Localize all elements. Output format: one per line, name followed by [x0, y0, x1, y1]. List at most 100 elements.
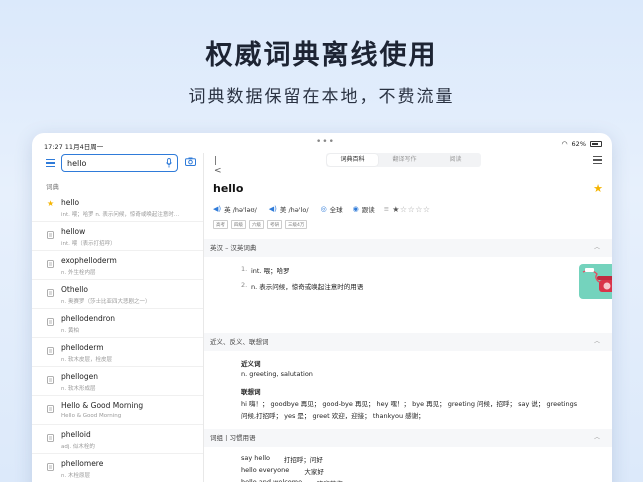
word-list: ★ hello int. 喂；哈罗 n. 表示问候，惊奇或唤起注意时... hello… [32, 193, 203, 482]
book-icon [47, 463, 54, 471]
tag-row: 高考 四级 六级 考研 三级4万 [213, 220, 308, 229]
def-number: 1. [241, 265, 248, 273]
tab-reading[interactable]: 阅读 [430, 153, 481, 167]
list-item-desc: n. 奥赛罗（莎士比亚四大悲剧之一） [61, 299, 151, 305]
list-item[interactable]: phelloderm n. 软木皮层，栓皮层 [32, 338, 203, 367]
favorite-star-icon[interactable]: ★ [593, 182, 603, 195]
multitask-dots-icon[interactable]: ••• [316, 137, 335, 147]
tab-bar: 词典百科 翻译写作 阅读 [326, 153, 481, 167]
tag: 考研 [267, 220, 282, 229]
list-item[interactable]: phellomere n. 木栓原层 [32, 454, 203, 482]
list-item[interactable]: hellow int. 喂（表示打招呼） [32, 222, 203, 251]
collapse-sidebar-icon[interactable]: |< [214, 156, 224, 176]
phrase-en[interactable]: say hello [241, 454, 270, 462]
global-pronunciation[interactable]: 全球 [330, 204, 343, 214]
book-icon [47, 405, 54, 413]
globe-icon[interactable]: ◎ [321, 205, 327, 213]
menu-icon[interactable] [46, 159, 55, 168]
synonyms-line[interactable]: n. greeting, salutation [241, 370, 313, 378]
section-label-dictionary: 词典 [46, 183, 59, 191]
speaker-icon[interactable]: ◀) [269, 205, 277, 213]
phrase-cn: 打招呼；问好 [283, 456, 323, 464]
list-item-desc: adj. 似木栓的 [61, 444, 95, 450]
chevron-up-icon[interactable]: ︿ [594, 239, 600, 257]
section-title: 英汉 – 汉英词典 [210, 244, 257, 252]
follow-read-icon[interactable]: ◉ [353, 205, 359, 213]
speaker-icon[interactable]: ◀) [213, 205, 221, 213]
phrase-en[interactable]: hello and welcome [241, 478, 302, 482]
entry-pane: |< 词典百科 翻译写作 阅读 hello ★ ◀) 英 /hə'ləʊ/ ◀)… [204, 153, 612, 482]
head-word: hello [213, 182, 244, 195]
tag: 四级 [231, 220, 246, 229]
battery-percent: 62% [571, 140, 586, 148]
section-title: 近义、反义、联想词 [210, 338, 269, 346]
hero-title: 权威词典离线使用 [205, 40, 438, 71]
tab-dictionary[interactable]: 词典百科 [327, 154, 378, 166]
associations-line[interactable]: 问候,打招呼； yes 是； greet 欢迎，迎接； thankyou 感谢； [241, 410, 425, 420]
phrase-cn: 欢迎莅临 [317, 478, 343, 482]
list-item-desc: n. 外生栓内层 [61, 270, 96, 276]
list-item-word: phellomere [61, 459, 104, 468]
list-item-desc: n. 黄柏 [61, 328, 79, 334]
definition: n. 表示问候，惊奇或唤起注意时的用语 [251, 283, 364, 291]
list-item[interactable]: phellogen n. 软木形成层 [32, 367, 203, 396]
search-input[interactable] [67, 157, 157, 169]
associations-line[interactable]: hi 嗨！； goodbye 再见； good-bye 再见； hey 嘿！； … [241, 398, 611, 408]
associations-title: 联想词 [241, 388, 261, 396]
list-item[interactable]: phellodendron n. 黄柏 [32, 309, 203, 338]
section-title: 词组丨习惯用语 [210, 434, 256, 442]
section-header-phrases[interactable]: 词组丨习惯用语 ︿ [204, 429, 612, 447]
list-icon: ≡ [383, 205, 390, 213]
list-item[interactable]: Othello n. 奥赛罗（莎士比亚四大悲剧之一） [32, 280, 203, 309]
list-item-word: Othello [61, 285, 88, 294]
list-item-word: phellodendron [61, 314, 116, 323]
list-item[interactable]: exophelloderm n. 外生栓内层 [32, 251, 203, 280]
list-item[interactable]: Hello & Good Morning Hello & Good Morning [32, 396, 203, 425]
chevron-up-icon[interactable]: ︿ [594, 333, 600, 351]
search-row [32, 153, 203, 179]
book-icon [47, 260, 54, 268]
section-header-synonyms[interactable]: 近义、反义、联想词 ︿ [204, 333, 612, 351]
camera-icon[interactable] [185, 157, 196, 166]
book-icon [47, 434, 54, 442]
book-icon [47, 347, 54, 355]
section-header-en-cn[interactable]: 英汉 – 汉英词典 ︿ [204, 239, 612, 257]
rating-stars-icon: ★☆☆☆☆ [392, 204, 431, 214]
list-item[interactable]: ★ hello int. 喂；哈罗 n. 表示问候，惊奇或唤起注意时... [32, 193, 203, 222]
microphone-icon[interactable] [166, 158, 172, 168]
book-icon [47, 289, 54, 297]
phrase-en[interactable]: hello everyone [241, 466, 289, 474]
list-menu-icon[interactable] [593, 156, 602, 164]
synonyms-title: 近义词 [241, 360, 261, 368]
word-list-pane: 词典 ★ hello int. 喂；哈罗 n. 表示问候，惊奇或唤起注意时... he… [32, 153, 204, 482]
tab-translate[interactable]: 翻译写作 [379, 153, 430, 167]
book-icon [47, 318, 54, 326]
uk-pronunciation[interactable]: 英 /hə'ləʊ/ [224, 204, 257, 214]
list-item-desc: n. 软木形成层 [61, 386, 96, 392]
list-item-word: hello [61, 198, 80, 207]
list-item[interactable]: phelloid adj. 似木栓的 [32, 425, 203, 454]
book-icon [47, 231, 54, 239]
wifi-icon: ◠ [561, 140, 568, 148]
list-item-desc: n. 木栓原层 [61, 473, 90, 479]
chevron-up-icon[interactable]: ︿ [594, 429, 600, 447]
list-item-word: phellogen [61, 372, 99, 381]
pronunciation-row: ◀) 英 /hə'ləʊ/ ◀) 美 /hə'lo/ ◎ 全球 ◉ 跟读 ≡ ★… [213, 204, 431, 215]
list-item-desc: Hello & Good Morning [61, 413, 122, 419]
definition: int. 喂；哈罗 [251, 267, 290, 275]
us-pronunciation[interactable]: 美 /hə'lo/ [280, 204, 309, 214]
tag: 高考 [213, 220, 228, 229]
list-item-desc: int. 喂（表示打招呼） [61, 241, 116, 247]
battery-icon [590, 141, 602, 147]
tablet-frame: 17:27 11月4日周一 ••• ◠ 62% hello 词典 ★ hello… [32, 133, 612, 482]
hero-subtitle: 词典数据保留在本地，不费流量 [188, 87, 455, 107]
follow-read-label[interactable]: 跟读 [362, 204, 375, 214]
def-number: 2. [241, 281, 248, 289]
list-item-word: exophelloderm [61, 256, 117, 265]
search-box[interactable] [61, 154, 178, 172]
list-item-word: hellow [61, 227, 86, 236]
list-item-word: Hello & Good Morning [61, 401, 144, 410]
status-time: 17:27 11月4日周一 [44, 143, 104, 151]
list-item-word: phelloid [61, 430, 91, 439]
tag: 三级4万 [285, 220, 308, 229]
